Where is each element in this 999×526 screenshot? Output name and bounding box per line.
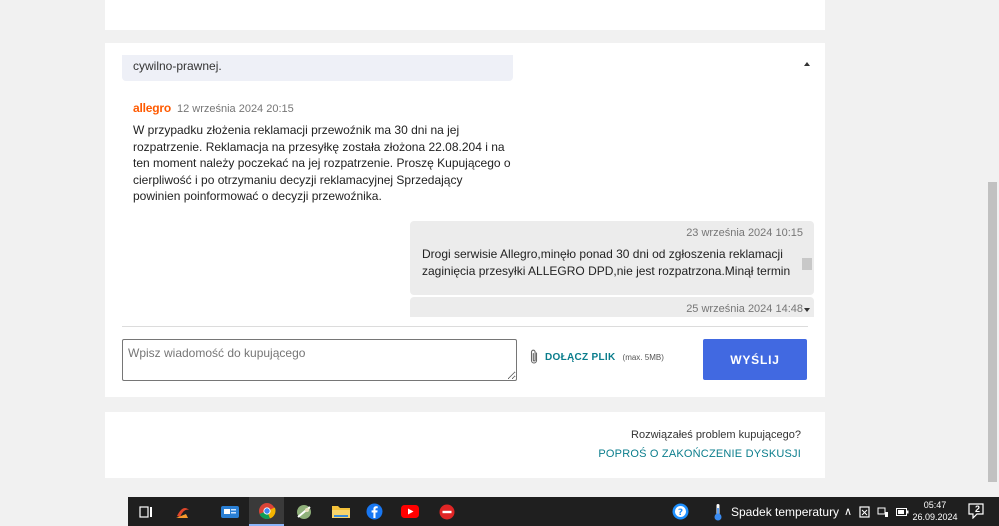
chevron-up-icon[interactable]: ∧ xyxy=(844,505,852,518)
app-icon-2 xyxy=(296,504,311,519)
app-icon xyxy=(175,507,189,518)
scroll-down-arrow-icon[interactable] xyxy=(804,308,810,312)
youtube-icon xyxy=(400,505,419,518)
message-text: W przypadku złożenia reklamacji przewoźn… xyxy=(133,123,511,203)
message-date: 12 września 2024 20:15 xyxy=(176,103,294,115)
weather-widget[interactable]: Spadek temperatury xyxy=(713,497,839,526)
send-button[interactable]: WYŚLIJ xyxy=(703,339,807,380)
notifications-button[interactable]: 2 xyxy=(968,503,984,520)
scroll-up-arrow-icon[interactable] xyxy=(804,62,810,66)
taskbar-app-2[interactable] xyxy=(286,497,321,526)
clock[interactable]: 05:47 26.09.2024 xyxy=(911,499,959,523)
task-view-button[interactable] xyxy=(128,497,163,526)
end-discussion-link[interactable]: POPROŚ O ZAKOŃCZENIE DYSKUSJI xyxy=(598,448,801,460)
help-icon: ? xyxy=(672,503,689,520)
message-date: 25 września 2024 14:48 xyxy=(686,303,803,315)
previous-section-card xyxy=(105,0,825,30)
attach-file-label: DOŁĄCZ PLIK xyxy=(545,351,616,363)
end-discussion-question: Rozwiązałeś problem kupującego? xyxy=(631,429,801,441)
news-icon xyxy=(220,505,239,518)
taskbar: ? Spadek temperatury ∧ 05:47 26.09.2024 … xyxy=(128,497,999,526)
taskbar-file-explorer[interactable] xyxy=(323,497,358,526)
taskbar-news[interactable] xyxy=(212,497,247,526)
stop-icon xyxy=(439,504,454,519)
taskbar-facebook[interactable] xyxy=(357,497,392,526)
notification-count: 2 xyxy=(975,504,981,514)
seller-message: allegro 12 września 2024 20:15 W przypad… xyxy=(133,101,513,205)
message-list-scrollbar[interactable] xyxy=(802,60,812,314)
clock-time: 05:47 xyxy=(923,500,947,510)
clock-date: 26.09.2024 xyxy=(912,512,958,522)
buyer-message: 25 września 2024 14:48 xyxy=(410,297,814,317)
task-view-icon xyxy=(138,505,152,518)
earlier-message-text: cywilno-prawnej. xyxy=(133,59,222,73)
earlier-message-bubble: cywilno-prawnej. xyxy=(122,55,513,81)
allegro-logo: allegro xyxy=(133,101,171,115)
page-scroll-thumb[interactable] xyxy=(988,182,997,482)
scroll-thumb[interactable] xyxy=(802,258,812,270)
taskbar-app[interactable] xyxy=(165,497,200,526)
chat-panel: cywilno-prawnej. allegro 12 września 202… xyxy=(105,43,825,397)
weather-text: Spadek temperatury xyxy=(731,504,840,519)
paperclip-icon xyxy=(530,349,538,364)
attach-file-button[interactable]: DOŁĄCZ PLIK (max. 5MB) xyxy=(528,349,664,365)
message-list[interactable]: cywilno-prawnej. allegro 12 września 202… xyxy=(122,55,817,317)
thermometer-icon xyxy=(714,503,722,520)
buyer-message: 23 września 2024 10:15 Drogi serwisie Al… xyxy=(410,221,814,295)
taskbar-youtube[interactable] xyxy=(392,497,427,526)
chrome-icon xyxy=(258,502,276,519)
divider xyxy=(122,326,808,327)
network-icon[interactable] xyxy=(877,506,889,518)
taskbar-stop-app[interactable] xyxy=(429,497,464,526)
end-discussion-panel: Rozwiązałeś problem kupującego? POPROŚ O… xyxy=(105,412,825,478)
battery-icon[interactable] xyxy=(896,507,909,517)
attach-file-hint: (max. 5MB) xyxy=(622,352,664,362)
message-input[interactable] xyxy=(122,339,517,381)
message-text: Drogi serwisie Allegro,minęło ponad 30 d… xyxy=(422,247,791,278)
file-explorer-icon xyxy=(331,506,350,518)
taskbar-help[interactable]: ? xyxy=(663,497,698,526)
taskbar-chrome[interactable] xyxy=(249,497,284,526)
message-date: 23 września 2024 10:15 xyxy=(686,227,803,239)
system-tray: ∧ xyxy=(844,497,909,526)
shield-icon[interactable] xyxy=(859,505,870,518)
svg-text:?: ? xyxy=(678,508,683,518)
facebook-icon xyxy=(366,503,383,520)
